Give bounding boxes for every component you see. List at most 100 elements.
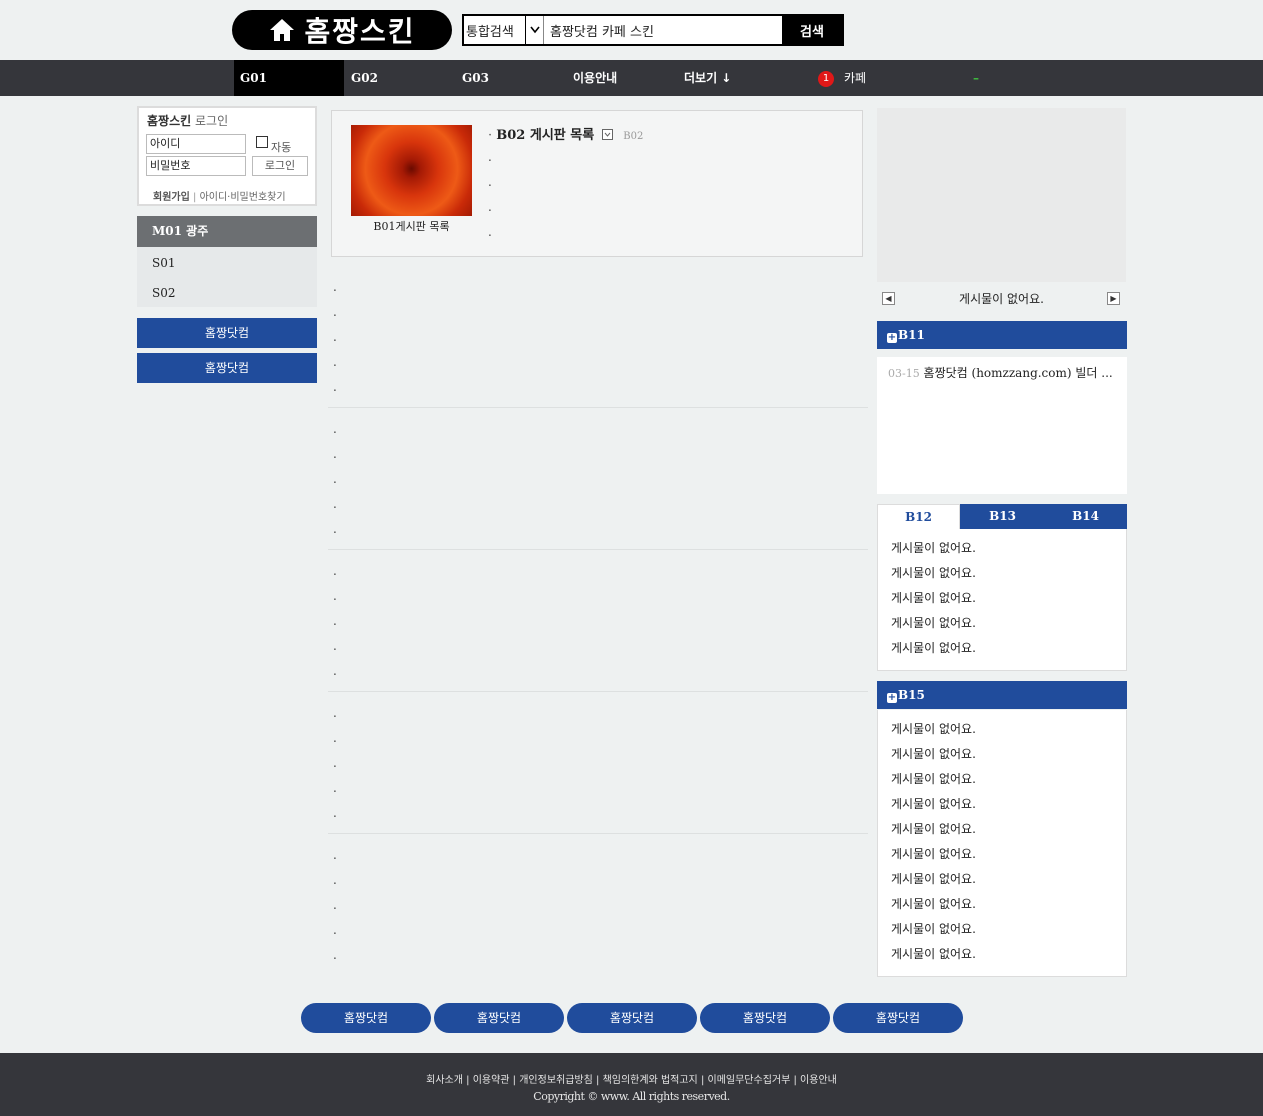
nav-item-g01[interactable]: G01 — [234, 60, 344, 96]
nav-item-cafe[interactable]: 1 카페 — [818, 60, 866, 96]
bottom-banner-button[interactable]: 홈짱닷컴 — [833, 1003, 963, 1033]
logo-text: 홈짱스킨 — [304, 15, 416, 48]
list-item: . — [333, 664, 337, 678]
footer-link-guide[interactable]: 이용안내 — [800, 1075, 837, 1086]
id-field[interactable]: 아이디 — [146, 134, 246, 154]
list-item: . — [333, 330, 337, 344]
footer-link-no-email[interactable]: 이메일무단수집거부 — [708, 1075, 791, 1086]
more-icon[interactable] — [601, 129, 613, 140]
site-logo[interactable]: 홈짱스킨 — [232, 10, 452, 50]
main-nav: G01 G02 G03 이용안내 더보기 ↓ 1 카페 – — [0, 60, 1263, 96]
list-item: . — [333, 355, 337, 369]
footer-link-privacy[interactable]: 개인정보취급방침 — [519, 1075, 593, 1086]
b02-title-text[interactable]: B02 게시판 목록 — [496, 128, 594, 143]
side-banner-button[interactable]: 홈짱닷컴 — [137, 353, 317, 383]
plus-icon: + — [887, 692, 897, 703]
search-input[interactable]: 홈짱닷컴 카페 스킨 — [544, 16, 782, 44]
list-item: . — [333, 422, 337, 436]
list-item: . — [333, 639, 337, 653]
tab-b12[interactable]: B12 — [877, 504, 960, 529]
auto-login-label: 자동 — [271, 141, 292, 154]
b15-panel-title[interactable]: + B15 — [877, 681, 1127, 709]
signup-link[interactable]: 회원가입 — [153, 192, 190, 203]
tab-panel-body: 게시물이 없어요. 게시물이 없어요. 게시물이 없어요. 게시물이 없어요. … — [877, 529, 1127, 671]
login-box: 홈짱스킨 로그인 아이디 자동 비밀번호 로그인 회원가입 | 아이디·비밀번호… — [137, 106, 317, 206]
list-item: . — [333, 380, 337, 394]
list-item: . — [333, 472, 337, 486]
empty-message: 게시물이 없어요. — [891, 747, 976, 761]
list-item: . — [333, 923, 337, 937]
bottom-banner-button[interactable]: 홈짱닷컴 — [567, 1003, 697, 1033]
post-title[interactable]: 홈짱닷컴 (homzzang.com) 빌더 ... — [924, 366, 1113, 380]
chevron-down-icon[interactable] — [525, 16, 543, 44]
login-button[interactable]: 로그인 — [252, 156, 308, 176]
search-bar: 통합검색 홈짱닷컴 카페 스킨 검색 — [462, 14, 844, 46]
tab-b14[interactable]: B14 — [1044, 504, 1127, 529]
slider-next-icon[interactable]: ▶ — [1107, 292, 1120, 305]
empty-message: 게시물이 없어요. — [891, 797, 976, 811]
search-scope-value: 통합검색 — [466, 24, 514, 40]
nav-item-g03[interactable]: G03 — [462, 60, 489, 96]
list-item: . — [488, 175, 492, 189]
b15-panel-body: 게시물이 없어요. 게시물이 없어요. 게시물이 없어요. 게시물이 없어요. … — [877, 710, 1127, 977]
side-menu-item-s02[interactable]: S02 — [152, 286, 176, 300]
list-item: . — [333, 806, 337, 820]
nav-item-more[interactable]: 더보기 ↓ — [684, 60, 731, 96]
password-field[interactable]: 비밀번호 — [146, 156, 246, 176]
slider-message: 게시물이 없어요. — [959, 292, 1044, 306]
list-item: . — [333, 706, 337, 720]
list-item: . — [333, 305, 337, 319]
list-item: . — [333, 781, 337, 795]
section-divider — [328, 407, 868, 408]
footer-links: 회사소개 | 이용약관 | 개인정보취급방침 | 책임의한계와 법적고지 | 이… — [426, 1075, 837, 1086]
list-item: . — [333, 280, 337, 294]
list-item: . — [488, 200, 492, 214]
bottom-banner-button[interactable]: 홈짱닷컴 — [700, 1003, 830, 1033]
b11-panel-title[interactable]: + B11 — [877, 321, 1127, 349]
footer-link-disclaimer[interactable]: 책임의한계와 법적고지 — [603, 1075, 698, 1086]
empty-message: 게시물이 없어요. — [891, 722, 976, 736]
list-item: . — [488, 150, 492, 164]
empty-message: 게시물이 없어요. — [891, 641, 976, 655]
list-item: . — [333, 589, 337, 603]
list-item: . — [333, 614, 337, 628]
side-banner-button[interactable]: 홈짱닷컴 — [137, 318, 317, 348]
side-menu-item-s01[interactable]: S01 — [152, 256, 176, 270]
search-scope-select[interactable]: 통합검색 — [464, 16, 544, 44]
section-divider — [328, 833, 868, 834]
nav-dash: – — [973, 71, 979, 85]
list-item: . — [333, 731, 337, 745]
bottom-banner-button[interactable]: 홈짱닷컴 — [301, 1003, 431, 1033]
nav-item-g02[interactable]: G02 — [351, 60, 378, 96]
list-item: . — [333, 898, 337, 912]
empty-message: 게시물이 없어요. — [891, 947, 976, 961]
featured-image[interactable] — [351, 125, 472, 216]
tab-b13[interactable]: B13 — [961, 504, 1044, 529]
empty-message: 게시물이 없어요. — [891, 591, 976, 605]
login-title: 홈짱스킨 로그인 — [147, 112, 307, 129]
empty-message: 게시물이 없어요. — [891, 772, 976, 786]
list-item[interactable]: 03-15 홈짱닷컴 (homzzang.com) 빌더 ... — [888, 364, 1113, 381]
plus-icon: + — [887, 332, 897, 343]
empty-message: 게시물이 없어요. — [891, 566, 976, 580]
b15-title-text: B15 — [898, 688, 925, 702]
side-menu-title[interactable]: M01 광주 — [137, 216, 317, 247]
search-button[interactable]: 검색 — [782, 16, 842, 44]
link-divider: | — [193, 192, 197, 203]
empty-message: 게시물이 없어요. — [891, 616, 976, 630]
b02-list-title: · B02 게시판 목록 B02 — [488, 128, 644, 143]
login-links: 회원가입 | 아이디·비밀번호찾기 — [153, 188, 286, 203]
home-icon — [270, 19, 295, 41]
bottom-banner-button[interactable]: 홈짱닷컴 — [434, 1003, 564, 1033]
nav-item-guide[interactable]: 이용안내 — [573, 60, 617, 96]
list-item: . — [333, 564, 337, 578]
featured-image-caption[interactable]: B01게시판 목록 — [351, 218, 472, 234]
footer-link-terms[interactable]: 이용약관 — [473, 1075, 510, 1086]
empty-message: 게시물이 없어요. — [891, 541, 976, 555]
board-tabs: B12 B13 B14 — [877, 504, 1127, 529]
footer-link-about[interactable]: 회사소개 — [426, 1075, 463, 1086]
find-account-link[interactable]: 아이디·비밀번호찾기 — [200, 192, 286, 203]
section-divider — [328, 549, 868, 550]
auto-login-checkbox[interactable] — [256, 136, 268, 148]
b11-title-text: B11 — [898, 328, 925, 342]
